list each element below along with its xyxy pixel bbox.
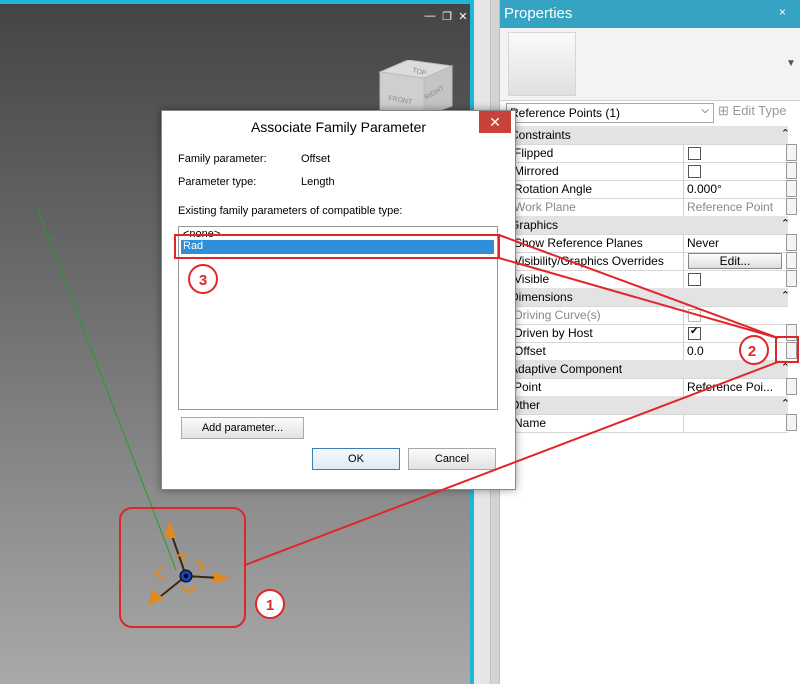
row-visible: Visible	[508, 270, 788, 289]
row-driving-curves: Driving Curve(s)	[508, 306, 788, 325]
parameter-type-value: Length	[301, 176, 335, 188]
collapse-icon[interactable]: ⌃	[781, 217, 790, 230]
list-item-label: Rad	[183, 240, 204, 252]
prop-label: Point	[514, 380, 542, 394]
prop-label: Flipped	[514, 146, 554, 160]
associate-param-button-name[interactable]	[786, 414, 797, 431]
row-offset: Offset 0.0	[508, 342, 788, 361]
category-label: Dimensions	[510, 290, 573, 304]
parameter-list[interactable]: <none> Rad	[178, 226, 498, 410]
driving-curves-checkbox	[688, 309, 701, 322]
prop-label: Rotation Angle	[514, 182, 593, 196]
cancel-button[interactable]: Cancel	[408, 448, 496, 470]
chevron-down-icon[interactable]: ▼	[786, 58, 796, 69]
instance-filter-dropdown[interactable]: Reference Points (1) ⌵	[506, 103, 714, 123]
work-plane-value: Reference Point	[687, 200, 774, 214]
collapse-icon[interactable]: ⌃	[781, 289, 790, 302]
row-name: Name	[508, 414, 788, 433]
ok-button[interactable]: OK	[312, 448, 400, 470]
driven-by-host-checkbox[interactable]	[688, 326, 701, 340]
category-label: Constraints	[510, 128, 571, 142]
offset-value[interactable]: 0.0	[687, 344, 787, 358]
category-label: Adaptive Component	[510, 362, 623, 376]
family-parameter-label: Family parameter:	[178, 153, 267, 165]
row-flipped: Flipped	[508, 144, 788, 163]
edit-type-icon: ⊞	[718, 103, 729, 118]
prop-label: Visible	[514, 272, 550, 286]
chevron-down-icon: ⌵	[701, 105, 709, 116]
type-thumbnail	[508, 32, 576, 96]
prop-label: Name	[514, 416, 547, 430]
list-item-label: <none>	[183, 228, 221, 240]
collapse-icon[interactable]: ⌃	[781, 397, 790, 410]
rotation-angle-value[interactable]: 0.000°	[687, 182, 787, 196]
associate-param-button-driven[interactable]	[786, 324, 797, 341]
category-adaptive-component[interactable]: Adaptive Component ⌃	[508, 360, 790, 379]
associate-param-button-workplane[interactable]	[786, 198, 797, 215]
instance-filter-value: Reference Points (1)	[510, 106, 621, 120]
associate-param-button-flipped[interactable]	[786, 144, 797, 161]
visible-checkbox[interactable]	[688, 273, 701, 286]
row-driven-by-host: Driven by Host	[508, 324, 788, 343]
category-constraints[interactable]: Constraints ⌃	[508, 126, 790, 145]
associate-param-button-visible[interactable]	[786, 270, 797, 287]
associate-param-button-point[interactable]	[786, 378, 797, 395]
row-point: Point Reference Poi...	[508, 378, 788, 397]
existing-parameters-label: Existing family parameters of compatible…	[178, 205, 403, 217]
row-work-plane: Work Plane Reference Point	[508, 198, 788, 217]
prop-label: Show Reference Planes	[514, 236, 643, 250]
family-parameter-value: Offset	[301, 153, 331, 165]
prop-label: Visibility/Graphics Overrides	[514, 254, 664, 268]
row-rotation-angle: Rotation Angle 0.000°	[508, 180, 788, 199]
category-graphics[interactable]: Graphics ⌃	[508, 216, 790, 235]
point-value[interactable]: Reference Poi...	[687, 380, 787, 394]
associate-param-button-show-ref[interactable]	[786, 234, 797, 251]
associate-param-button-vg[interactable]	[786, 252, 797, 269]
edit-type-label: Edit Type	[732, 103, 787, 118]
edit-type-button[interactable]: ⊞ Edit Type	[718, 103, 787, 119]
vg-edit-button[interactable]: Edit...	[688, 253, 782, 269]
add-parameter-button[interactable]: Add parameter...	[181, 417, 304, 439]
associate-param-button-offset[interactable]	[786, 342, 797, 359]
parameter-type-label: Parameter type:	[178, 176, 257, 188]
category-label: Graphics	[510, 218, 559, 232]
row-mirrored: Mirrored	[508, 162, 788, 181]
row-visibility-graphics: Visibility/Graphics Overrides Edit...	[508, 252, 788, 271]
properties-close-icon[interactable]: ×	[779, 5, 786, 19]
category-other[interactable]: Other ⌃	[508, 396, 790, 415]
properties-title: Properties	[504, 5, 573, 22]
dialog-close-button[interactable]: ✕	[479, 111, 511, 133]
prop-label: Driven by Host	[514, 326, 593, 340]
list-item-selected[interactable]: Rad	[181, 240, 494, 254]
mirrored-checkbox[interactable]	[688, 165, 701, 178]
show-reference-planes-value[interactable]: Never	[687, 236, 787, 250]
properties-titlebar: Properties ×	[500, 0, 800, 28]
associate-param-button-mirrored[interactable]	[786, 162, 797, 179]
associate-param-button-rotation[interactable]	[786, 180, 797, 197]
associate-family-parameter-dialog: Associate Family Parameter ✕ Family para…	[161, 110, 516, 490]
collapse-icon[interactable]: ⌃	[781, 127, 790, 140]
dialog-titlebar[interactable]: Associate Family Parameter ✕	[162, 111, 515, 141]
row-show-reference-planes: Show Reference Planes Never	[508, 234, 788, 253]
category-dimensions[interactable]: Dimensions ⌃	[508, 288, 790, 307]
prop-label: Driving Curve(s)	[514, 308, 601, 322]
prop-label: Mirrored	[514, 164, 559, 178]
dialog-title: Associate Family Parameter	[250, 119, 427, 135]
prop-label: Offset	[514, 344, 546, 358]
flipped-checkbox[interactable]	[688, 147, 701, 160]
prop-label: Work Plane	[514, 200, 576, 214]
collapse-icon[interactable]: ⌃	[781, 361, 790, 374]
